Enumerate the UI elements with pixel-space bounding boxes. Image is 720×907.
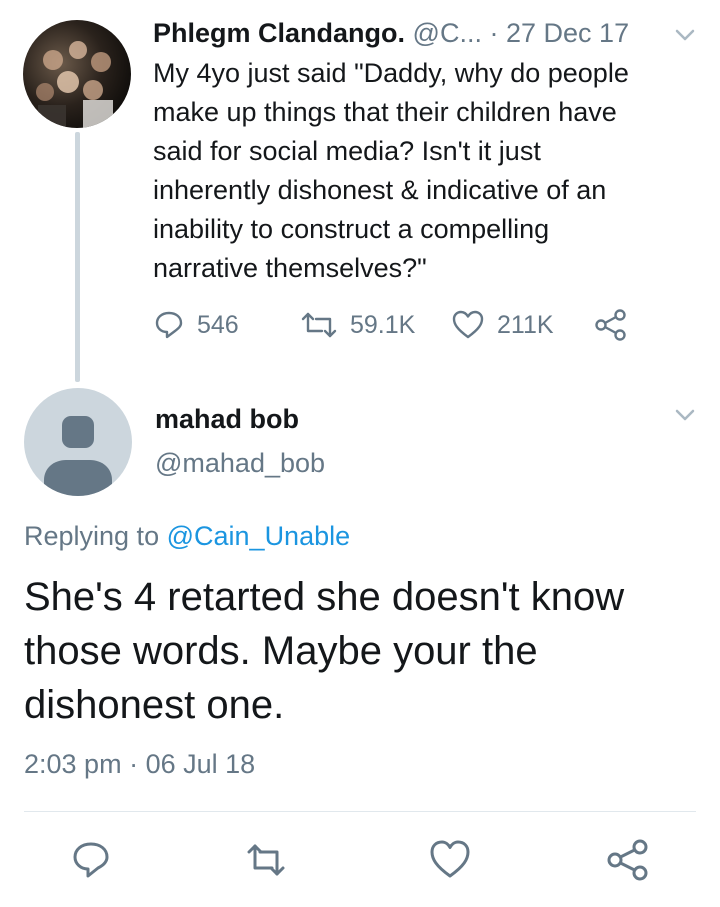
reply-icon — [155, 311, 183, 339]
tweet-header: Phlegm Clandango. @C... · 27 Dec 17 — [153, 14, 629, 52]
separator: · — [129, 749, 139, 779]
tweet-text: She's 4 retarted she doesn't know those … — [24, 575, 625, 727]
divider — [24, 811, 696, 812]
author-handle[interactable]: @C... — [413, 18, 482, 48]
avatar-photo — [36, 41, 113, 128]
tweet-time: 2:03 pm — [24, 749, 122, 779]
tweet-date[interactable]: 27 Dec 17 — [506, 18, 629, 48]
reply-icon[interactable] — [69, 838, 113, 882]
author-name[interactable]: Phlegm Clandango. — [153, 18, 405, 48]
replying-to: Replying to @Cain_Unable — [24, 521, 350, 552]
avatar[interactable] — [23, 20, 131, 128]
tweet-timestamp[interactable]: 2:03 pm · 06 Jul 18 — [24, 749, 255, 780]
share-action[interactable] — [594, 305, 640, 345]
reply-action[interactable]: 546 — [153, 305, 239, 345]
default-avatar-icon — [44, 416, 112, 496]
share-icon[interactable] — [606, 838, 650, 882]
heart-icon[interactable] — [428, 838, 472, 882]
chevron-down-icon[interactable] — [672, 22, 698, 48]
replying-prefix: Replying to — [24, 521, 160, 551]
reply-count: 546 — [197, 310, 239, 339]
retweet-action[interactable]: 59.1K — [300, 305, 415, 345]
retweet-icon[interactable] — [244, 838, 288, 882]
replying-handle-link[interactable]: @Cain_Unable — [167, 521, 351, 551]
author-handle[interactable]: @mahad_bob — [155, 448, 325, 479]
like-action[interactable]: 211K — [451, 305, 554, 345]
share-icon — [595, 309, 626, 341]
tweet-date: 06 Jul 18 — [145, 749, 256, 779]
like-count: 211K — [497, 310, 554, 339]
avatar[interactable] — [24, 388, 132, 496]
thread-line — [75, 132, 80, 382]
heart-icon — [452, 310, 484, 339]
tweet-text: My 4yo just said "Daddy, why do people m… — [153, 58, 629, 283]
chevron-down-icon[interactable] — [672, 402, 698, 428]
separator: · — [489, 18, 499, 48]
retweet-icon — [301, 312, 337, 338]
retweet-count: 59.1K — [350, 310, 416, 339]
author-name[interactable]: mahad bob — [155, 404, 299, 435]
